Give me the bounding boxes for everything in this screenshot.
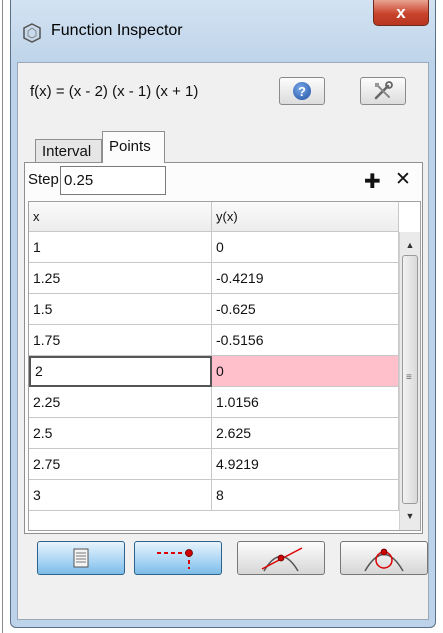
table-row[interactable]: 2.5 2.625 xyxy=(29,418,399,449)
table-view-button[interactable] xyxy=(37,541,125,575)
scroll-up-icon[interactable]: ▲ xyxy=(400,236,420,254)
add-row-icon[interactable]: ✚ xyxy=(364,169,381,194)
cell-y[interactable]: 0 xyxy=(212,232,399,263)
inspector-content: f(x) = (x - 2) (x - 1) (x + 1) ? Interva… xyxy=(17,62,429,620)
remove-row-icon[interactable]: ✕ xyxy=(395,168,411,191)
points-panel: Step: 0.25 ✚ ✕ x y(x) 1 0 1.25 -0.4219 1 xyxy=(24,162,423,534)
cell-x[interactable]: 2.5 xyxy=(29,418,212,449)
tangent-line-button[interactable] xyxy=(237,541,325,575)
cell-y[interactable]: 4.9219 xyxy=(212,449,399,480)
points-table: x y(x) 1 0 1.25 -0.4219 1.5 -0.625 1.75 xyxy=(28,201,421,531)
title-bar[interactable]: Function Inspector x xyxy=(11,0,435,60)
table-row-selected[interactable]: 2 0 xyxy=(29,356,399,387)
step-input[interactable]: 0.25 xyxy=(60,166,166,195)
left-edge-line xyxy=(2,0,3,633)
close-button[interactable]: x xyxy=(373,0,429,26)
step-label: Step: xyxy=(28,171,64,188)
trace-point-icon xyxy=(157,549,193,569)
cell-x[interactable]: 1.5 xyxy=(29,294,212,325)
cell-x[interactable]: 1.25 xyxy=(29,263,212,294)
cell-x[interactable]: 3 xyxy=(29,480,212,511)
table-row[interactable]: 1.5 -0.625 xyxy=(29,294,399,325)
grip-icon: ≡ xyxy=(406,372,412,383)
table-row[interactable]: 2.25 1.0156 xyxy=(29,387,399,418)
vertical-scrollbar[interactable]: ▲ ≡ ▼ xyxy=(399,232,420,530)
cell-x[interactable]: 2.75 xyxy=(29,449,212,480)
column-header-y[interactable]: y(x) xyxy=(212,202,399,232)
table-row[interactable]: 1.75 -0.5156 xyxy=(29,325,399,356)
function-inspector-icon xyxy=(23,23,41,43)
help-button[interactable]: ? xyxy=(279,77,325,105)
cell-y[interactable]: 1.0156 xyxy=(212,387,399,418)
trace-point-button[interactable] xyxy=(134,541,222,575)
cell-y[interactable]: -0.4219 xyxy=(212,263,399,294)
cell-x-selected[interactable]: 2 xyxy=(29,356,212,387)
cell-x[interactable]: 1.75 xyxy=(29,325,212,356)
cell-y[interactable]: 8 xyxy=(212,480,399,511)
table-icon xyxy=(73,548,89,568)
table-row[interactable]: 3 8 xyxy=(29,480,399,511)
table-header: x y(x) xyxy=(29,202,399,232)
cell-y[interactable]: -0.5156 xyxy=(212,325,399,356)
column-header-x[interactable]: x xyxy=(29,202,212,232)
settings-button[interactable] xyxy=(360,77,406,105)
table-row[interactable]: 1.25 -0.4219 xyxy=(29,263,399,294)
help-icon: ? xyxy=(293,82,311,100)
tangent-line-icon xyxy=(261,547,303,572)
tools-icon xyxy=(374,81,393,100)
function-definition: f(x) = (x - 2) (x - 1) (x + 1) xyxy=(30,83,199,100)
scroll-thumb[interactable]: ≡ xyxy=(402,255,418,504)
window-title: Function Inspector xyxy=(51,22,183,39)
tab-interval[interactable]: Interval xyxy=(35,139,102,163)
cell-y[interactable]: 2.625 xyxy=(212,418,399,449)
osculating-circle-button[interactable] xyxy=(340,541,428,575)
cell-y[interactable]: -0.625 xyxy=(212,294,399,325)
cell-x[interactable]: 2.25 xyxy=(29,387,212,418)
tab-points[interactable]: Points xyxy=(102,131,165,163)
table-row[interactable]: 1 0 xyxy=(29,232,399,263)
function-inspector-window: Function Inspector x f(x) = (x - 2) (x -… xyxy=(10,0,436,628)
cell-x[interactable]: 1 xyxy=(29,232,212,263)
scroll-down-icon[interactable]: ▼ xyxy=(400,507,420,525)
osculating-circle-icon xyxy=(364,548,404,572)
table-row[interactable]: 2.75 4.9219 xyxy=(29,449,399,480)
cell-y-highlighted[interactable]: 0 xyxy=(212,356,399,387)
